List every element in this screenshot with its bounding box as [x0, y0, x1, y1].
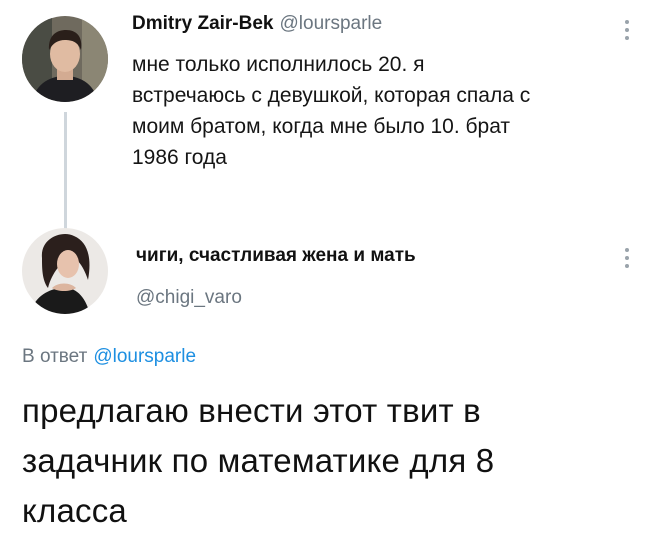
- tweet1-header: Dmitry Zair-Bek @loursparle: [132, 12, 382, 36]
- tweet1-text-line: встречаюсь с девушкой, которая спала с: [132, 84, 531, 107]
- tweet1-author-name[interactable]: Dmitry Zair-Bek: [132, 13, 274, 34]
- tweet2-author-name[interactable]: чиги, счастливая жена и мать: [136, 245, 416, 266]
- tweet2-text-line: предлагаю внести этот твит в: [22, 392, 481, 429]
- thread-connector-line: [64, 112, 67, 232]
- dot: [625, 256, 629, 260]
- dot: [625, 28, 629, 32]
- tweet2-author-handle[interactable]: @chigi_varo: [136, 286, 242, 310]
- reply-to-line: В ответ @loursparle: [22, 345, 196, 369]
- tweet2-text-line: задачник по математике для 8: [22, 442, 495, 479]
- more-vertical-icon[interactable]: [622, 248, 632, 268]
- more-vertical-icon[interactable]: [622, 20, 632, 40]
- avatar-dmitry[interactable]: [22, 16, 108, 102]
- tweet1-author-handle[interactable]: @loursparle: [280, 13, 383, 34]
- dot: [625, 248, 629, 252]
- avatar-chigi[interactable]: [22, 228, 108, 314]
- dot: [625, 20, 629, 24]
- dot: [625, 36, 629, 40]
- reply-prefix: В ответ: [22, 346, 88, 367]
- tweet2-text-line: класса: [22, 492, 127, 529]
- tweet1-text-line: моим братом, когда мне было 10. брат: [132, 115, 511, 138]
- tweet1-text-line: 1986 года: [132, 146, 227, 169]
- tweet1-text-line: мне только исполнилось 20. я: [132, 53, 425, 76]
- tweet2-header: чиги, счастливая жена и мать: [136, 244, 416, 268]
- tweet2-text: предлагаю внести этот твит в задачник по…: [22, 386, 494, 536]
- reply-mention-link[interactable]: @loursparle: [93, 346, 196, 367]
- tweet1-text: мне только исполнилось 20. я встречаюсь …: [132, 49, 530, 173]
- avatar-image: [22, 16, 108, 102]
- dot: [625, 264, 629, 268]
- avatar-image: [22, 228, 108, 314]
